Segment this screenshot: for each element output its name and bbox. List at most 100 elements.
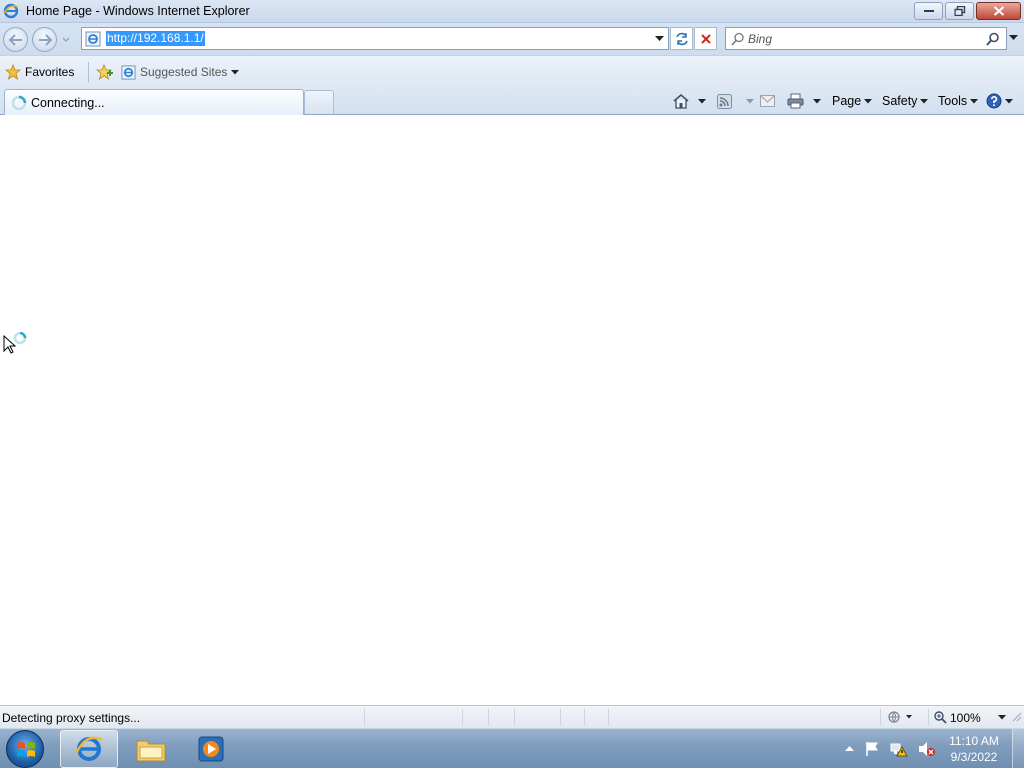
loading-spinner-icon xyxy=(11,95,27,111)
show-hidden-icons-icon[interactable] xyxy=(845,746,854,752)
search-go-icon[interactable] xyxy=(986,32,1000,46)
resize-grip-icon[interactable] xyxy=(1012,712,1022,722)
stop-button[interactable] xyxy=(694,27,717,50)
suggested-sites-button[interactable]: Suggested Sites xyxy=(121,62,240,82)
page-ie-icon xyxy=(85,31,101,47)
chevron-down-icon xyxy=(997,715,1006,720)
media-player-icon xyxy=(198,736,224,762)
page-menu-button[interactable]: Page xyxy=(832,91,873,111)
tab-label: Connecting... xyxy=(31,96,105,110)
chevron-down-icon xyxy=(813,98,821,103)
chevron-down-icon xyxy=(1005,98,1013,103)
windows-logo-icon xyxy=(17,742,35,757)
search-box[interactable] xyxy=(725,27,1007,50)
favorites-star-icon xyxy=(5,64,21,80)
title-bar[interactable]: Home Page - Windows Internet Explorer xyxy=(0,0,1024,23)
stop-icon xyxy=(701,34,711,44)
forward-button[interactable] xyxy=(32,27,57,52)
start-button[interactable] xyxy=(6,730,44,768)
ie-logo-icon xyxy=(3,3,19,19)
page-menu-label: Page xyxy=(832,94,862,108)
status-text: Detecting proxy settings... xyxy=(2,711,141,725)
address-dropdown-icon[interactable] xyxy=(655,36,664,42)
home-button[interactable] xyxy=(672,91,706,111)
status-separator xyxy=(880,709,881,726)
address-url[interactable]: http://192.168.1.1/ xyxy=(106,31,205,46)
back-button[interactable] xyxy=(3,27,28,52)
zoom-level: 100% xyxy=(950,710,981,725)
clock-time: 11:10 AM xyxy=(949,734,999,748)
favorites-button[interactable]: Favorites xyxy=(5,62,74,82)
add-to-favorites-bar-icon[interactable] xyxy=(96,64,114,80)
safety-menu-button[interactable]: Safety xyxy=(882,91,929,111)
volume-muted-icon[interactable] xyxy=(918,741,936,757)
favorites-bar: Favorites Suggested Sites xyxy=(0,55,1024,87)
print-button[interactable] xyxy=(787,91,821,111)
feeds-button[interactable] xyxy=(717,91,754,111)
taskbar-windows-media-player[interactable] xyxy=(182,730,240,768)
taskbar: 11:10 AM 9/3/2022 xyxy=(0,728,1024,768)
taskbar-windows-explorer[interactable] xyxy=(122,730,180,768)
search-icon xyxy=(731,32,744,46)
tools-menu-button[interactable]: Tools xyxy=(938,91,979,111)
refresh-button[interactable] xyxy=(670,27,693,50)
search-options-dropdown-icon[interactable] xyxy=(1009,35,1018,41)
help-icon xyxy=(986,93,1002,109)
system-tray xyxy=(845,737,936,761)
show-desktop-button[interactable] xyxy=(1012,729,1024,768)
zoom-control[interactable]: 100% xyxy=(934,709,1006,726)
recent-pages-dropdown-icon[interactable] xyxy=(60,35,72,45)
back-arrow-icon xyxy=(8,34,22,46)
status-separator xyxy=(462,709,463,726)
search-input[interactable] xyxy=(748,30,978,47)
rss-feed-icon xyxy=(717,93,732,109)
restore-icon xyxy=(954,6,965,16)
minimize-button[interactable] xyxy=(914,2,943,20)
restore-button[interactable] xyxy=(945,2,974,20)
status-separator xyxy=(514,709,515,726)
refresh-icon xyxy=(676,32,688,46)
printer-icon xyxy=(787,93,804,109)
read-mail-button[interactable] xyxy=(760,91,775,111)
zoom-magnifier-icon xyxy=(934,711,947,724)
status-separator xyxy=(488,709,489,726)
status-separator xyxy=(560,709,561,726)
favorites-separator xyxy=(88,62,89,82)
folder-icon xyxy=(136,740,166,762)
tab-row: Connecting... Page Safety Tools xyxy=(0,87,1024,115)
globe-settings-icon xyxy=(888,711,912,723)
suggested-sites-ie-icon xyxy=(121,64,136,80)
navigation-bar: http://192.168.1.1/ xyxy=(0,23,1024,55)
new-tab-button[interactable] xyxy=(304,90,334,114)
chevron-down-icon xyxy=(231,69,240,74)
favorites-label: Favorites xyxy=(25,65,75,79)
home-icon xyxy=(673,94,689,109)
mail-icon xyxy=(760,95,775,107)
help-menu-button[interactable] xyxy=(986,91,1013,111)
protected-mode-button[interactable] xyxy=(885,710,913,727)
forward-arrow-icon xyxy=(39,34,53,46)
chevron-down-icon xyxy=(746,98,754,103)
clock-date: 9/3/2022 xyxy=(950,750,998,764)
chevron-down-icon xyxy=(864,98,873,103)
tab-active[interactable]: Connecting... xyxy=(4,89,304,115)
safety-menu-label: Safety xyxy=(882,94,918,108)
taskbar-internet-explorer[interactable] xyxy=(60,730,118,768)
status-separator xyxy=(928,709,929,726)
tools-menu-label: Tools xyxy=(938,94,968,108)
status-separator xyxy=(364,709,365,726)
close-button[interactable] xyxy=(976,2,1021,20)
taskbar-clock[interactable]: 11:10 AM 9/3/2022 xyxy=(940,733,1008,765)
status-bar: Detecting proxy settings... 100% xyxy=(0,705,1024,728)
minimize-icon xyxy=(923,10,934,12)
close-icon xyxy=(993,6,1004,16)
action-center-flag-icon[interactable] xyxy=(864,741,880,757)
status-separator xyxy=(584,709,585,726)
page-content[interactable] xyxy=(0,116,1024,705)
network-warning-icon[interactable] xyxy=(890,741,908,757)
chevron-down-icon xyxy=(698,98,706,103)
suggested-sites-label: Suggested Sites xyxy=(140,65,228,79)
chevron-down-icon xyxy=(970,98,979,103)
address-bar[interactable]: http://192.168.1.1/ xyxy=(81,27,669,50)
busy-cursor-icon xyxy=(3,332,27,354)
